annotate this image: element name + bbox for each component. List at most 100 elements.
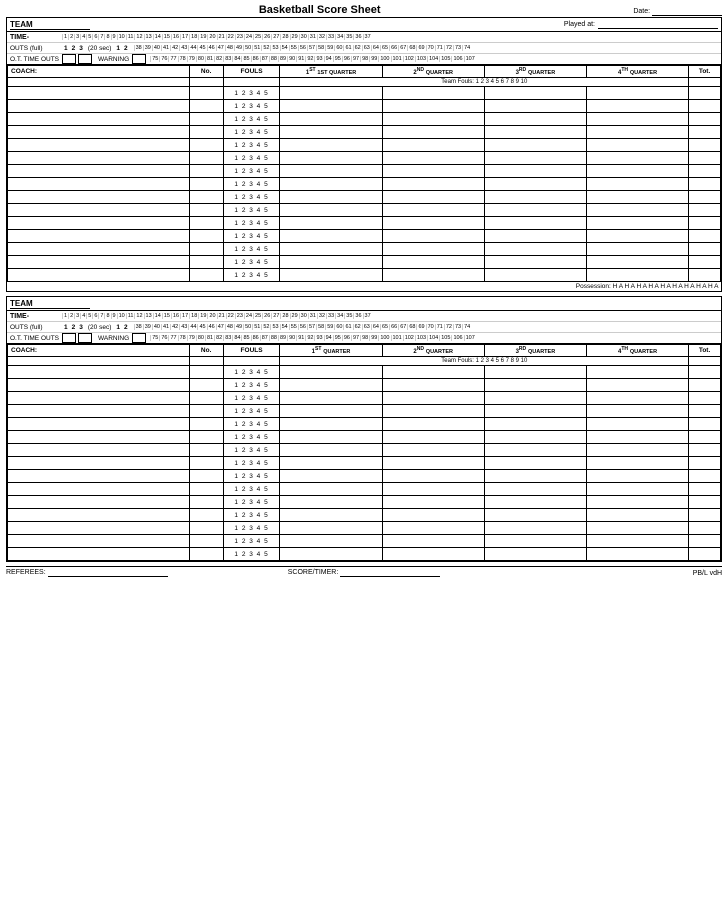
warning2-box bbox=[132, 333, 146, 343]
outs2-num2: 2 bbox=[72, 324, 76, 331]
cell-4 bbox=[382, 535, 484, 548]
cell-1 bbox=[189, 152, 223, 165]
cell-6 bbox=[586, 230, 688, 243]
cell-0 bbox=[8, 87, 190, 100]
cell-4 bbox=[382, 152, 484, 165]
fouls1-header: FOULS bbox=[223, 66, 280, 78]
team2-label: TEAM bbox=[10, 299, 90, 309]
cell-3 bbox=[280, 470, 382, 483]
table-row: 1 2 3 4 5 bbox=[8, 204, 721, 217]
cell-3 bbox=[280, 392, 382, 405]
cell-2: 1 2 3 4 5 bbox=[223, 269, 280, 282]
cell-0 bbox=[8, 509, 190, 522]
table-row: 1 2 3 4 5 bbox=[8, 113, 721, 126]
cell-6 bbox=[586, 204, 688, 217]
cell-0 bbox=[8, 366, 190, 379]
referees-label: REFEREES: bbox=[6, 569, 46, 576]
cell-6 bbox=[586, 366, 688, 379]
cell-4 bbox=[382, 191, 484, 204]
cell-6 bbox=[586, 496, 688, 509]
cell-1 bbox=[189, 366, 223, 379]
coach2-header: COACH: bbox=[8, 345, 190, 357]
table-row: 1 2 3 4 5 bbox=[8, 379, 721, 392]
warning1-box bbox=[132, 54, 146, 64]
cell-1 bbox=[189, 139, 223, 152]
team1-score-table: COACH: No. FOULS 1ST 1ST QUARTER 2ND QUA… bbox=[7, 65, 721, 291]
outs1-sec: (20 sec) bbox=[88, 45, 111, 52]
cell-7 bbox=[689, 100, 721, 113]
cell-5 bbox=[484, 470, 586, 483]
outs2-extra2: 2 bbox=[124, 324, 128, 331]
score-timer-value bbox=[340, 569, 440, 577]
cell-3 bbox=[280, 548, 382, 561]
coach1-header: COACH: bbox=[8, 66, 190, 78]
cell-3 bbox=[280, 87, 382, 100]
cell-3 bbox=[280, 366, 382, 379]
cell-3 bbox=[280, 431, 382, 444]
cell-4 bbox=[382, 165, 484, 178]
cell-4 bbox=[382, 126, 484, 139]
cell-2: 1 2 3 4 5 bbox=[223, 100, 280, 113]
cell-7 bbox=[689, 243, 721, 256]
no2-header: No. bbox=[189, 345, 223, 357]
cell-7 bbox=[689, 126, 721, 139]
cell-4 bbox=[382, 178, 484, 191]
cell-3 bbox=[280, 204, 382, 217]
cell-1 bbox=[189, 113, 223, 126]
cell-7 bbox=[689, 256, 721, 269]
table-row: 1 2 3 4 5 bbox=[8, 256, 721, 269]
cell-4 bbox=[382, 418, 484, 431]
cell-4 bbox=[382, 256, 484, 269]
cell-4 bbox=[382, 230, 484, 243]
cell-2: 1 2 3 4 5 bbox=[223, 483, 280, 496]
cell-6 bbox=[586, 217, 688, 230]
tot2-header: Tot. bbox=[689, 345, 721, 357]
cell-0 bbox=[8, 100, 190, 113]
cell-7 bbox=[689, 366, 721, 379]
outs2-extra1: 1 bbox=[116, 324, 120, 331]
cell-2: 1 2 3 4 5 bbox=[223, 431, 280, 444]
table-row: 1 2 3 4 5 bbox=[8, 405, 721, 418]
cell-6 bbox=[586, 269, 688, 282]
q1-header: 1ST 1ST QUARTER bbox=[280, 66, 382, 78]
cell-3 bbox=[280, 152, 382, 165]
cell-0 bbox=[8, 431, 190, 444]
cell-3 bbox=[280, 444, 382, 457]
cell-5 bbox=[484, 548, 586, 561]
table-row: 1 2 3 4 5 bbox=[8, 522, 721, 535]
table-row: 1 2 3 4 5 bbox=[8, 269, 721, 282]
cell-6 bbox=[586, 444, 688, 457]
date-label: Date: bbox=[633, 8, 650, 15]
cell-1 bbox=[189, 535, 223, 548]
cell-2: 1 2 3 4 5 bbox=[223, 405, 280, 418]
no1-header: No. bbox=[189, 66, 223, 78]
cell-1 bbox=[189, 457, 223, 470]
cell-1 bbox=[189, 392, 223, 405]
cell-0 bbox=[8, 444, 190, 457]
cell-5 bbox=[484, 483, 586, 496]
cell-7 bbox=[689, 405, 721, 418]
ot2-box2 bbox=[78, 333, 92, 343]
cell-2: 1 2 3 4 5 bbox=[223, 366, 280, 379]
played-at-value bbox=[598, 21, 718, 29]
cell-1 bbox=[189, 178, 223, 191]
cell-1 bbox=[189, 230, 223, 243]
cell-3 bbox=[280, 178, 382, 191]
team1-section: TEAM Played at: TIME- 123456789101112131… bbox=[6, 17, 722, 292]
table-row: 1 2 3 4 5 bbox=[8, 178, 721, 191]
cell-4 bbox=[382, 269, 484, 282]
cell-0 bbox=[8, 535, 190, 548]
cell-7 bbox=[689, 113, 721, 126]
cell-5 bbox=[484, 178, 586, 191]
cell-6 bbox=[586, 379, 688, 392]
cell-7 bbox=[689, 470, 721, 483]
cell-5 bbox=[484, 204, 586, 217]
cell-0 bbox=[8, 418, 190, 431]
cell-5 bbox=[484, 457, 586, 470]
cell-3 bbox=[280, 496, 382, 509]
cell-5 bbox=[484, 509, 586, 522]
cell-3 bbox=[280, 243, 382, 256]
q3-header: 3RD QUARTER bbox=[484, 66, 586, 78]
cell-2: 1 2 3 4 5 bbox=[223, 470, 280, 483]
cell-7 bbox=[689, 509, 721, 522]
